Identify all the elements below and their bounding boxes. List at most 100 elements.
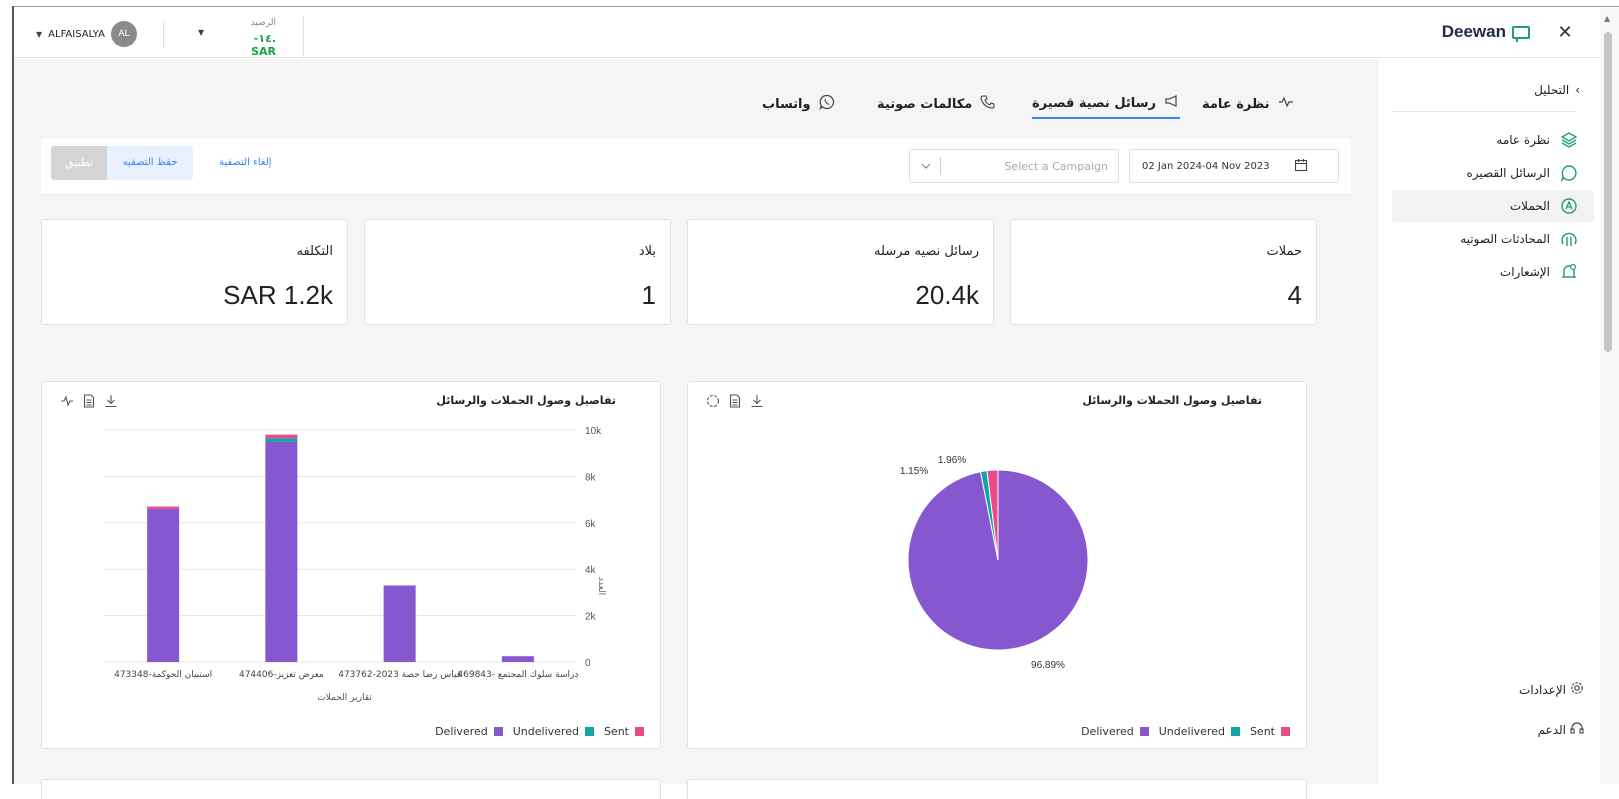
legend-label: Undelivered bbox=[512, 725, 579, 738]
divider bbox=[1392, 111, 1576, 112]
y-tick-label: 0 bbox=[585, 658, 591, 669]
activity-icon[interactable] bbox=[60, 394, 74, 408]
bar-delivered[interactable] bbox=[383, 585, 416, 662]
bar-delivered[interactable] bbox=[265, 441, 298, 662]
stat-card-cost: التكلفه SAR 1.2k bbox=[41, 219, 348, 325]
tab-sms[interactable]: رسائل نصية قصيرة bbox=[1032, 89, 1180, 119]
settings-link[interactable]: الإعدادات bbox=[1519, 681, 1584, 698]
legend-item-undelivered[interactable]: Undelivered bbox=[513, 725, 594, 738]
stat-card-countries: بلاد 1 bbox=[364, 219, 671, 325]
scroll-thumb[interactable] bbox=[1604, 32, 1612, 352]
refresh-icon[interactable] bbox=[706, 394, 720, 408]
stat-card-sms-sent: رسائل نصيه مرسله 20.4k bbox=[687, 219, 994, 325]
account-menu[interactable]: ▼ ALFAISALYA AL bbox=[36, 21, 137, 47]
clear-filter-button[interactable]: إلغاء التصفية bbox=[219, 157, 272, 168]
gear-icon bbox=[1570, 681, 1584, 698]
stat-card-campaigns: حملات 4 bbox=[1010, 219, 1317, 325]
tab-label: مكالمات صوتية bbox=[877, 96, 973, 112]
close-button[interactable]: ✕ bbox=[1554, 22, 1576, 44]
legend-swatch bbox=[635, 727, 644, 736]
filter-bar: 02 Jan 2024-04 Nov 2023 Select a Campaig… bbox=[41, 139, 1351, 193]
stat-title: حملات bbox=[1266, 244, 1302, 259]
chevron-down-icon bbox=[920, 160, 932, 173]
sidebar-item-overview[interactable]: نظرة عامه bbox=[1392, 124, 1594, 156]
legend-label: Sent bbox=[1249, 725, 1275, 738]
logo-text: Deewan bbox=[1441, 22, 1506, 41]
stat-value: 4 bbox=[1287, 280, 1302, 310]
stat-value: SAR 1.2k bbox=[223, 280, 333, 310]
sidebar-item-campaigns[interactable]: الحملات bbox=[1392, 190, 1594, 222]
balance-label: الرصيد bbox=[250, 18, 276, 28]
legend-swatch bbox=[1139, 727, 1149, 736]
sidebar-item-label: نظرة عامه bbox=[1496, 133, 1550, 147]
legend-item-undelivered[interactable]: Undelivered bbox=[1159, 725, 1240, 738]
divider bbox=[163, 22, 164, 48]
calendar-icon bbox=[1294, 158, 1308, 175]
headset-icon bbox=[1570, 721, 1584, 738]
back-to-analytics[interactable]: التحليل ‹ bbox=[1534, 83, 1580, 97]
bar-sent[interactable] bbox=[147, 506, 180, 509]
bar-undelivered[interactable] bbox=[265, 438, 298, 442]
download-icon[interactable] bbox=[750, 394, 764, 408]
voice-icon bbox=[1560, 230, 1578, 248]
chart-legend: Delivered Undelivered Sent bbox=[1081, 725, 1290, 738]
chart-legend: Delivered Undelivered Sent bbox=[435, 725, 644, 738]
x-tick-label: معرض تعزيز-474406 bbox=[239, 670, 324, 680]
y-tick-label: 2k bbox=[585, 612, 597, 623]
legend-item-sent[interactable]: Sent bbox=[604, 725, 644, 738]
bar-chart: 0 2k 4k 6k 8k 10k العدد دراسة سلوك المجتمع -469… bbox=[104, 426, 606, 703]
document-icon[interactable] bbox=[82, 394, 96, 408]
tab-whatsapp[interactable]: واتساب bbox=[762, 89, 835, 119]
bar-delivered[interactable] bbox=[501, 656, 534, 662]
pie-chart: 96.89% 1.15% 1.96% bbox=[900, 455, 1089, 671]
legend-item-delivered[interactable]: Delivered bbox=[1081, 725, 1149, 738]
app-window: ✕ Deewan ▼ ALFAISALYA AL ▼ الرصيد -١٤. S… bbox=[0, 0, 1619, 799]
x-tick-label: دراسة سلوك المجتمع -469843 bbox=[457, 670, 578, 680]
pie-data-label: 96.89% bbox=[1031, 660, 1065, 671]
legend-item-sent[interactable]: Sent bbox=[1250, 725, 1290, 738]
sidebar-item-label: الإشعارات bbox=[1499, 265, 1550, 279]
tab-voice-calls[interactable]: مكالمات صوتية bbox=[877, 89, 996, 119]
legend-label: Delivered bbox=[435, 725, 488, 738]
chart-title: تفاصيل وصول الحملات والرسائل bbox=[1082, 394, 1262, 407]
document-icon[interactable] bbox=[728, 394, 742, 408]
chart-card-partial bbox=[41, 779, 661, 799]
campaign-placeholder: Select a Campaign bbox=[1004, 159, 1108, 173]
support-label: الدعم bbox=[1537, 722, 1566, 737]
sidebar: التحليل ‹ نظرة عامه الرسائل القصيره الحم… bbox=[1377, 59, 1600, 784]
scrollbar[interactable]: ▲ bbox=[1600, 8, 1619, 784]
layers-icon bbox=[1560, 131, 1578, 149]
bar-delivered[interactable] bbox=[147, 508, 180, 662]
sidebar-back-label: التحليل bbox=[1534, 83, 1570, 97]
legend-label: Delivered bbox=[1081, 725, 1134, 738]
chart-toolbar bbox=[706, 394, 764, 408]
download-icon[interactable] bbox=[104, 394, 118, 408]
y-tick-label: 10k bbox=[585, 426, 602, 437]
sidebar-item-voice[interactable]: المحادثات الصوتيه bbox=[1392, 223, 1594, 255]
pie-data-label: 1.96% bbox=[938, 455, 966, 466]
date-range-picker[interactable]: 02 Jan 2024-04 Nov 2023 bbox=[1129, 149, 1339, 183]
bar-sent[interactable] bbox=[265, 434, 298, 439]
sidebar-item-label: الرسائل القصيره bbox=[1466, 166, 1550, 180]
tab-overview[interactable]: نظرة عامة bbox=[1202, 89, 1294, 119]
save-filter-button[interactable]: حفظ التصفيه bbox=[107, 146, 193, 180]
tab-label: رسائل نصية قصيرة bbox=[1032, 95, 1156, 111]
y-axis-label: العدد bbox=[596, 577, 606, 595]
legend-item-delivered[interactable]: Delivered bbox=[435, 725, 503, 738]
avatar: AL bbox=[110, 21, 137, 47]
campaign-select[interactable]: Select a Campaign bbox=[909, 149, 1119, 183]
support-link[interactable]: الدعم bbox=[1538, 721, 1584, 738]
sidebar-item-sms[interactable]: الرسائل القصيره bbox=[1392, 157, 1594, 189]
chevron-left-icon: ‹ bbox=[1575, 83, 1580, 97]
sidebar-item-notifications[interactable]: الإشعارات bbox=[1392, 256, 1594, 288]
sidebar-item-label: الحملات bbox=[1509, 199, 1550, 213]
activity-icon bbox=[1278, 96, 1294, 112]
balance-caret-down-icon[interactable]: ▼ bbox=[198, 28, 204, 37]
apply-button[interactable]: تطبيق bbox=[51, 146, 107, 180]
legend-swatch bbox=[1281, 727, 1290, 736]
scroll-up-arrow-icon[interactable]: ▲ bbox=[1604, 14, 1610, 23]
y-tick-label: 6k bbox=[585, 519, 597, 530]
bell-icon bbox=[1560, 263, 1578, 281]
deewan-logo: Deewan bbox=[1442, 22, 1530, 42]
date-range-value: 02 Jan 2024-04 Nov 2023 bbox=[1142, 160, 1270, 172]
